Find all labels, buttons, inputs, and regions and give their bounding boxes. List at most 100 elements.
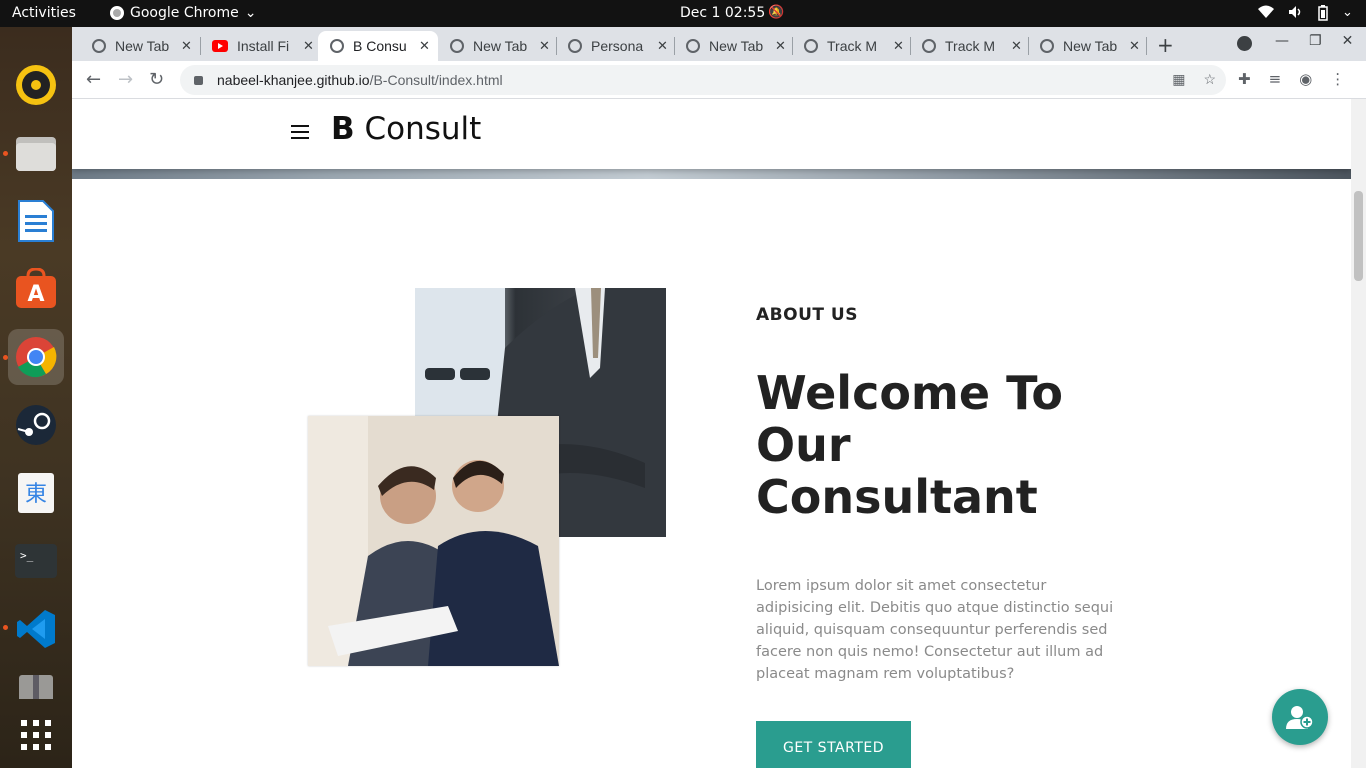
- tab-new-tab-2[interactable]: New Tab ✕: [438, 31, 556, 61]
- dock-rhythmbox[interactable]: [8, 57, 64, 113]
- bookmark-star-icon[interactable]: ☆: [1203, 71, 1216, 88]
- profile-avatar-icon[interactable]: ◉: [1299, 70, 1312, 88]
- add-user-fab[interactable]: [1272, 689, 1328, 745]
- tab-track-2[interactable]: Track M ✕: [910, 31, 1028, 61]
- tab-title: Track M: [827, 38, 878, 54]
- tab-title: Install Fi: [237, 38, 290, 54]
- dock-archive[interactable]: [8, 669, 64, 699]
- hamburger-menu-icon[interactable]: [291, 125, 309, 143]
- scrollbar-thumb[interactable]: [1354, 191, 1363, 281]
- wifi-icon: [1258, 5, 1274, 25]
- globe-icon: [568, 39, 582, 53]
- globe-icon: [922, 39, 936, 53]
- extensions-puzzle-icon[interactable]: ✚: [1238, 70, 1251, 88]
- brand-rest: Consult: [354, 111, 482, 147]
- tab-title: B Consu: [353, 38, 407, 54]
- chrome-icon: [686, 39, 700, 53]
- forward-arrow-icon[interactable]: →: [118, 69, 133, 90]
- tab-strip: New Tab ✕ Install Fi ✕ B Consu ✕ New Tab…: [72, 27, 1366, 61]
- system-status-area[interactable]: ⌄: [1258, 5, 1353, 25]
- tab-title: Persona: [591, 38, 644, 54]
- vscode-icon: [17, 610, 55, 648]
- tab-install[interactable]: Install Fi ✕: [200, 31, 318, 61]
- dock-terminal[interactable]: >_: [8, 533, 64, 589]
- terminal-icon: >_: [15, 544, 57, 578]
- page-viewport: B Consult ABOUT US Welcome To Our Consul…: [72, 99, 1351, 768]
- site-header: B Consult: [72, 99, 1351, 169]
- close-tab-icon[interactable]: ✕: [419, 38, 430, 54]
- lock-icon[interactable]: [194, 75, 203, 85]
- dock-writer[interactable]: [8, 193, 64, 249]
- toolbar-actions: ✚ ≡ ◉ ⋮: [1238, 70, 1345, 88]
- qr-code-icon[interactable]: ▦: [1172, 71, 1185, 88]
- dock: A 東 >_: [0, 27, 72, 768]
- activities-button[interactable]: Activities: [12, 5, 76, 21]
- power-menu-chevron-icon: ⌄: [1342, 5, 1353, 20]
- back-arrow-icon[interactable]: ←: [86, 69, 101, 90]
- writer-icon: [18, 200, 54, 242]
- globe-icon: [330, 39, 344, 53]
- tab-new-tab-3[interactable]: New Tab ✕: [674, 31, 792, 61]
- close-tab-icon[interactable]: ✕: [1011, 38, 1022, 54]
- show-applications-button[interactable]: [8, 707, 64, 763]
- site-brand[interactable]: B Consult: [331, 111, 481, 147]
- tab-search-icon[interactable]: [1237, 36, 1252, 51]
- tab-track-1[interactable]: Track M ✕: [792, 31, 910, 61]
- new-tab-button[interactable]: +: [1157, 33, 1174, 57]
- minimize-icon[interactable]: —: [1275, 33, 1289, 49]
- tab-personal[interactable]: Persona ✕: [556, 31, 674, 61]
- brand-bold: B: [331, 111, 355, 147]
- notification-bell-icon: 🔕: [768, 5, 785, 20]
- dock-input-method[interactable]: 東: [8, 465, 64, 521]
- close-window-icon[interactable]: ✕: [1342, 33, 1354, 49]
- software-icon: A: [16, 268, 56, 308]
- restore-icon[interactable]: ❐: [1309, 33, 1322, 49]
- chrome-window: New Tab ✕ Install Fi ✕ B Consu ✕ New Tab…: [72, 27, 1366, 768]
- tab-new-tab-1[interactable]: New Tab ✕: [80, 31, 198, 61]
- page-scrollbar[interactable]: [1351, 99, 1366, 768]
- chrome-icon: [110, 6, 124, 20]
- about-body-text: Lorem ipsum dolor sit amet consectetur a…: [756, 578, 1114, 682]
- chrome-icon: [450, 39, 464, 53]
- app-grid-icon: [21, 720, 51, 750]
- chrome-icon: [16, 337, 57, 378]
- close-tab-icon[interactable]: ✕: [775, 38, 786, 54]
- tab-b-consult[interactable]: B Consu ✕: [318, 31, 438, 61]
- svg-text:東: 東: [25, 482, 47, 507]
- youtube-icon: [212, 40, 228, 52]
- dock-files[interactable]: [8, 125, 64, 181]
- chevron-down-icon: ⌄: [244, 5, 257, 21]
- dock-steam[interactable]: [8, 397, 64, 453]
- steam-icon: [16, 405, 56, 445]
- clock[interactable]: Dec 1 02:55: [680, 5, 765, 21]
- get-started-button[interactable]: GET STARTED: [756, 721, 911, 768]
- reload-icon[interactable]: ↻: [149, 69, 164, 90]
- tab-separator: [1146, 37, 1147, 55]
- omnibox-actions: ▦ ☆: [1172, 71, 1216, 88]
- close-tab-icon[interactable]: ✕: [893, 38, 904, 54]
- media-queue-icon[interactable]: ≡: [1269, 70, 1282, 88]
- close-tab-icon[interactable]: ✕: [1129, 38, 1140, 54]
- chrome-icon: [92, 39, 106, 53]
- input-method-icon: 東: [18, 473, 54, 513]
- more-menu-icon[interactable]: ⋮: [1330, 70, 1345, 88]
- archive-icon: [19, 675, 53, 699]
- tab-new-tab-4[interactable]: New Tab ✕: [1028, 31, 1146, 61]
- volume-icon: [1288, 5, 1304, 25]
- chrome-icon: [804, 39, 818, 53]
- tab-title: New Tab: [709, 38, 764, 54]
- dock-vscode[interactable]: [8, 601, 64, 657]
- about-image-colleagues: [308, 416, 559, 666]
- dock-chrome[interactable]: [8, 329, 64, 385]
- close-tab-icon[interactable]: ✕: [303, 38, 314, 54]
- close-tab-icon[interactable]: ✕: [539, 38, 550, 54]
- svg-text:A: A: [27, 282, 44, 307]
- app-menu[interactable]: Google Chrome ⌄: [110, 5, 256, 21]
- about-section-label: ABOUT US: [756, 305, 858, 325]
- address-bar[interactable]: nabeel-khanjee.github.io/B-Consult/index…: [180, 65, 1226, 95]
- dock-software[interactable]: A: [8, 261, 64, 317]
- rhythmbox-icon: [16, 65, 56, 105]
- close-tab-icon[interactable]: ✕: [657, 38, 668, 54]
- window-controls: — ❐ ✕: [1275, 33, 1353, 49]
- close-tab-icon[interactable]: ✕: [181, 38, 192, 54]
